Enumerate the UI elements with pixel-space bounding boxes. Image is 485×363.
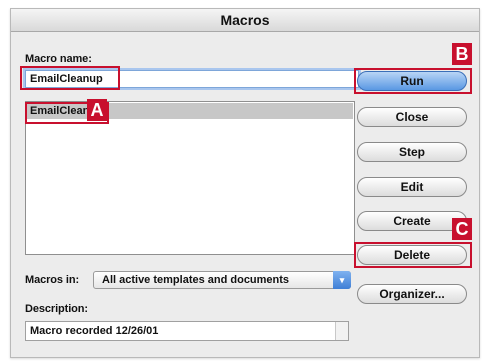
organizer-button[interactable]: Organizer... [357,284,467,304]
macro-name-label: Macro name: [25,53,92,65]
dialog-title: Macros [11,9,479,32]
description-scrollbar[interactable] [335,322,348,340]
callout-a-highlight [20,66,120,90]
description-field: Macro recorded 12/26/01 [25,321,349,341]
callout-c-highlight [354,242,472,268]
chevron-down-icon[interactable]: ▾ [333,271,351,289]
callout-a-badge: A [87,99,107,121]
macros-dialog: Macros Macro name: EmailCleanup EmailCle… [10,8,480,358]
callout-b-badge: B [452,43,472,65]
macros-in-label: Macros in: [25,274,80,286]
create-button[interactable]: Create [357,211,467,231]
description-label: Description: [25,303,88,315]
macros-in-value: All active templates and documents [102,274,290,286]
description-value: Macro recorded 12/26/01 [30,325,159,337]
edit-button[interactable]: Edit [357,177,467,197]
callout-c-badge: C [452,218,472,240]
close-button[interactable]: Close [357,107,467,127]
macros-in-select[interactable]: All active templates and documents ▾ [93,271,351,289]
step-button[interactable]: Step [357,142,467,162]
callout-b-highlight [354,68,472,94]
macro-list[interactable]: EmailCleanup [25,101,355,255]
